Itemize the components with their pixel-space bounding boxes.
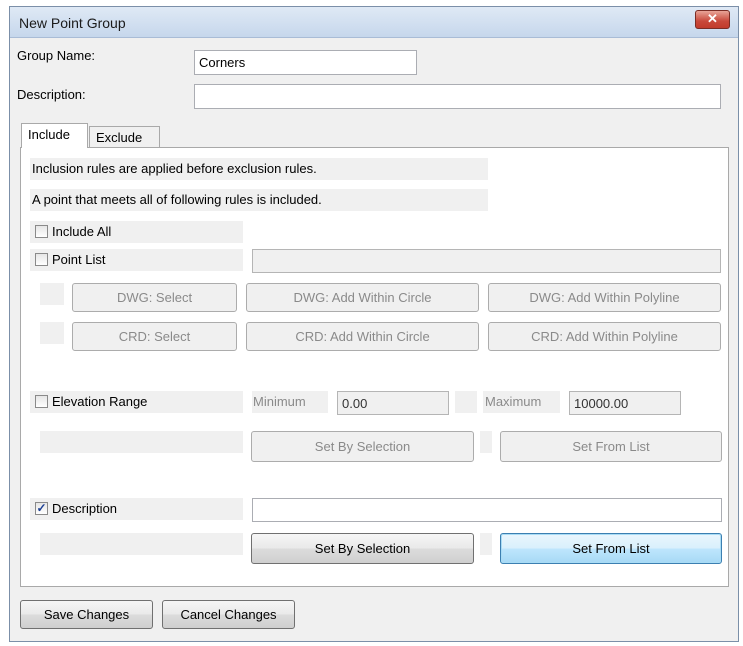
description-left-spacer [40,533,243,555]
minimum-label: Minimum [253,394,306,409]
tab-include[interactable]: Include [21,123,88,148]
elevation-maximum-input[interactable] [569,391,681,415]
point-list-label: Point List [52,252,106,267]
info-strip-1: Inclusion rules are applied before exclu… [30,158,488,180]
maximum-label-strip: Maximum [483,391,560,413]
elevation-range-checkbox[interactable] [35,395,48,408]
rules-info-text: A point that meets all of following rule… [32,192,322,207]
dwg-row-marker [40,283,64,305]
include-all-label: Include All [52,224,112,239]
elevation-set-by-selection-button[interactable]: Set By Selection [251,431,474,462]
maximum-spacer [455,391,477,413]
new-point-group-dialog: New Point Group ✕ Group Name: Descriptio… [9,6,739,642]
save-changes-button[interactable]: Save Changes [20,600,153,629]
description-set-from-list-button[interactable]: Set From List [500,533,722,564]
close-icon: ✕ [707,11,718,26]
description-set-by-selection-button[interactable]: Set By Selection [251,533,474,564]
point-list-input[interactable] [252,249,721,273]
include-all-row[interactable]: Include All [30,221,243,243]
elevation-range-row[interactable]: Elevation Range [30,391,243,413]
crd-add-within-polyline-button[interactable]: CRD: Add Within Polyline [488,322,721,351]
include-tab-panel: Inclusion rules are applied before exclu… [20,147,729,587]
tab-exclude[interactable]: Exclude [89,126,160,148]
point-list-checkbox[interactable] [35,253,48,266]
dwg-add-within-polyline-button[interactable]: DWG: Add Within Polyline [488,283,721,312]
description-input[interactable] [194,84,721,109]
elevation-left-spacer [40,431,243,453]
elevation-set-from-list-button[interactable]: Set From List [500,431,722,462]
crd-row-marker [40,322,64,344]
title-bar: New Point Group ✕ [10,7,738,38]
dwg-add-within-circle-button[interactable]: DWG: Add Within Circle [246,283,479,312]
cancel-changes-button[interactable]: Cancel Changes [162,600,295,629]
group-name-input[interactable] [194,50,417,75]
elevation-mid-spacer [480,431,492,453]
include-all-checkbox[interactable] [35,225,48,238]
checkmark-icon: ✓ [36,501,47,515]
description-label: Description: [17,87,86,102]
dwg-select-button[interactable]: DWG: Select [72,283,237,312]
maximum-label: Maximum [485,394,542,409]
description-rule-checkbox[interactable]: ✓ [35,502,48,515]
info-strip-2: A point that meets all of following rule… [30,189,488,211]
inclusion-info-text: Inclusion rules are applied before exclu… [32,161,317,176]
window-title: New Point Group [19,15,126,31]
description-mid-spacer [480,533,492,555]
crd-select-button[interactable]: CRD: Select [72,322,237,351]
crd-add-within-circle-button[interactable]: CRD: Add Within Circle [246,322,479,351]
description-rule-label: Description [52,501,118,516]
elevation-range-label: Elevation Range [52,394,148,409]
point-list-row[interactable]: Point List [30,249,243,271]
close-button[interactable]: ✕ [695,10,730,29]
description-rule-input[interactable] [252,498,722,522]
minimum-label-strip: Minimum [252,391,328,413]
description-rule-row[interactable]: ✓ Description [30,498,243,520]
group-name-label: Group Name: [17,48,96,63]
elevation-minimum-input[interactable] [337,391,449,415]
